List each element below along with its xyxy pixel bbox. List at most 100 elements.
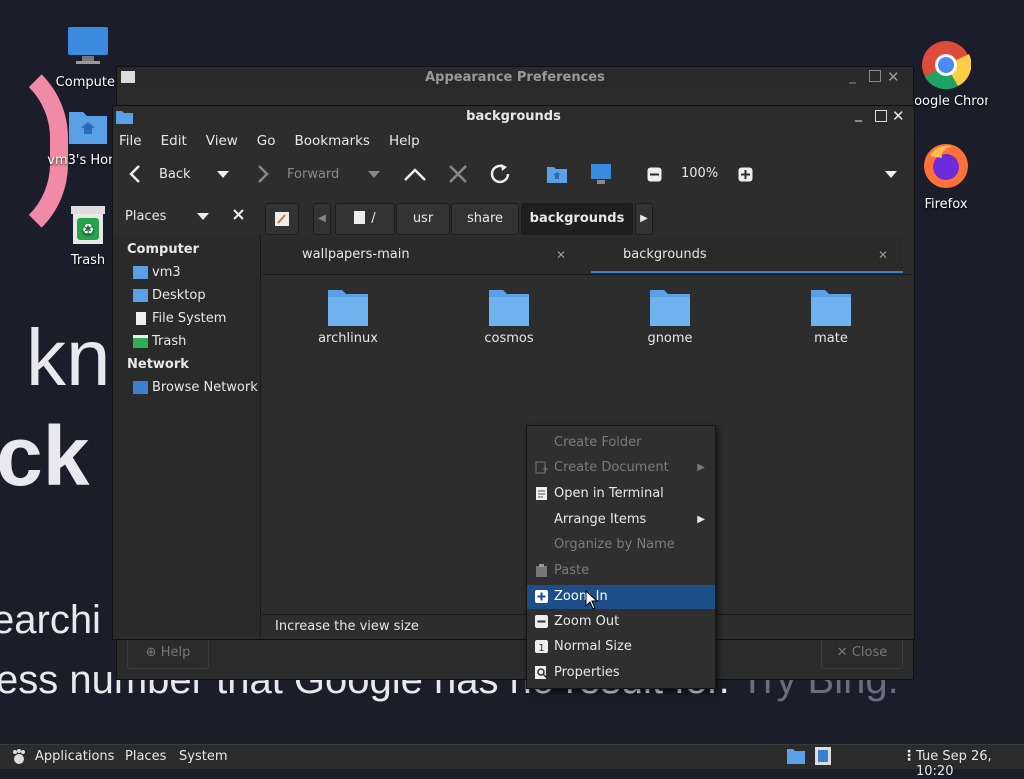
menu-item-label: Properties — [554, 665, 620, 680]
sidebar-header-network: Network — [127, 357, 189, 372]
menu-help[interactable]: Help — [389, 133, 420, 149]
close-button[interactable]: ✕ Close — [821, 637, 903, 669]
desktop-icon-chrome[interactable]: Google Chrome — [904, 40, 988, 109]
places-label[interactable]: Places — [125, 209, 166, 224]
crumb-backgrounds[interactable]: backgrounds — [521, 203, 633, 235]
toolbar-overflow-chevron-icon[interactable] — [885, 171, 897, 179]
folder-item[interactable]: cosmos — [459, 287, 559, 346]
menu-item-open-terminal[interactable]: Open in Terminal — [527, 482, 715, 506]
minimize-icon[interactable]: _ — [855, 106, 862, 122]
sidebar-item-browse-network[interactable]: Browse Network — [113, 376, 260, 399]
sidebar-item-filesystem[interactable]: File System — [113, 307, 260, 330]
back-history-chevron-icon[interactable] — [217, 171, 229, 179]
close-icon[interactable]: ✕ — [892, 107, 905, 125]
taskbar-applications-menu[interactable]: Applications — [35, 749, 114, 764]
close-sidebar-icon[interactable] — [233, 209, 244, 220]
menu-item-zoom-out[interactable]: Zoom Out — [527, 610, 715, 634]
sidebar-item-trash[interactable]: Trash — [113, 330, 260, 353]
chevron-right-icon: ▶ — [640, 213, 648, 224]
maximize-icon[interactable] — [869, 70, 881, 82]
forward-arrow-icon — [258, 165, 269, 183]
wallpaper-text-2: ck — [0, 409, 90, 503]
folder-window-icon[interactable] — [787, 748, 805, 764]
minimize-icon[interactable]: _ — [849, 68, 856, 84]
svg-text:1: 1 — [538, 643, 544, 653]
sidebar-item-label: File System — [152, 311, 227, 326]
menu-item-label: Normal Size — [554, 639, 632, 654]
menu-item-zoom-in[interactable]: Zoom In — [527, 585, 715, 609]
back-arrow-icon — [129, 165, 140, 183]
overflow-menu-icon[interactable]: ⋮ — [902, 748, 916, 764]
help-button[interactable]: ⊕ Help — [127, 637, 209, 669]
folder-label: gnome — [647, 331, 693, 346]
tab-label: backgrounds — [623, 247, 707, 262]
computer-icon[interactable] — [589, 163, 613, 185]
tab-bar: wallpapers-main ✕ backgrounds ✕ — [262, 237, 903, 273]
maximize-icon[interactable] — [875, 110, 887, 122]
stop-icon[interactable] — [448, 164, 468, 184]
menu-go[interactable]: Go — [257, 133, 276, 149]
location-bar: Places ◀ / usr share backgrounds ▶ — [113, 195, 914, 235]
tab-close-icon[interactable]: ✕ — [556, 237, 566, 273]
tab-wallpapers-main[interactable]: wallpapers-main ✕ — [262, 237, 590, 273]
crumb-share[interactable]: share — [451, 203, 519, 235]
menu-item-create-folder[interactable]: Create Folder — [527, 431, 715, 455]
sidebar-item-label: Trash — [152, 334, 187, 349]
taskbar-places-menu[interactable]: Places — [125, 749, 166, 764]
close-icon[interactable]: ✕ — [887, 68, 900, 86]
submenu-arrow-icon: ▶ — [697, 514, 705, 525]
crumb-scroll-left-button[interactable]: ◀ — [313, 203, 331, 235]
folder-item[interactable]: mate — [781, 287, 881, 346]
menu-bookmarks[interactable]: Bookmarks — [295, 133, 370, 149]
home-folder-icon — [133, 266, 148, 279]
computer-icon — [68, 27, 108, 64]
menu-item-normal-size[interactable]: 1 Normal Size — [527, 635, 715, 659]
edit-location-icon — [275, 212, 289, 226]
desktop-folder-icon — [133, 289, 148, 302]
tab-close-icon[interactable]: ✕ — [878, 237, 888, 273]
home-folder-icon[interactable] — [547, 165, 567, 183]
zoom-out-icon[interactable] — [647, 167, 662, 182]
menu-item-create-document[interactable]: Create Document ▶ — [527, 456, 715, 480]
menu-item-label: Zoom In — [554, 589, 608, 604]
clock[interactable]: Tue Sep 26, 10:20 — [916, 749, 1024, 779]
menu-item-label: Organize by Name — [554, 537, 675, 552]
folder-icon — [650, 290, 690, 326]
folder-item[interactable]: gnome — [620, 287, 720, 346]
reload-icon[interactable] — [488, 162, 512, 186]
menu-file[interactable]: File — [119, 133, 142, 149]
crumb-usr[interactable]: usr — [396, 203, 450, 235]
menu-bar: File Edit View Go Bookmarks Help — [113, 129, 914, 153]
paste-icon — [536, 564, 547, 577]
menu-item-organize-by-name[interactable]: Organize by Name — [527, 533, 715, 557]
menu-item-paste[interactable]: Paste — [527, 559, 715, 583]
toggle-location-entry-button[interactable] — [265, 203, 299, 235]
trash-icon — [133, 335, 148, 348]
places-chevron-icon[interactable] — [197, 213, 209, 221]
taskbar-system-menu[interactable]: System — [179, 749, 227, 764]
crumb-root[interactable]: / — [335, 203, 395, 235]
desktop-icon-firefox[interactable]: Firefox — [904, 142, 988, 212]
menu-item-label: Create Document — [554, 460, 669, 475]
tab-backgrounds[interactable]: backgrounds ✕ — [591, 237, 903, 273]
back-button[interactable]: Back — [127, 153, 191, 195]
sidebar-header-computer: Computer — [127, 242, 200, 257]
menu-item-arrange-items[interactable]: Arrange Items ▶ — [527, 508, 715, 532]
menu-edit[interactable]: Edit — [161, 133, 187, 149]
forward-button[interactable]: Forward — [255, 153, 339, 195]
up-arrow-icon[interactable] — [403, 166, 427, 182]
forward-history-chevron-icon[interactable] — [368, 171, 380, 179]
folder-item[interactable]: archlinux — [298, 287, 398, 346]
menu-item-properties[interactable]: Properties — [527, 661, 715, 685]
crumb-scroll-right-button[interactable]: ▶ — [635, 203, 653, 235]
sidebar-item-vm3[interactable]: vm3 — [113, 261, 260, 284]
menu-view[interactable]: View — [206, 133, 238, 149]
prefs-window-icon[interactable] — [815, 747, 831, 765]
file-manager-window: backgrounds _ ✕ File Edit View Go Bookma… — [112, 105, 915, 640]
help-icon: ⊕ — [145, 645, 157, 660]
zoom-out-icon — [535, 615, 548, 628]
window-title: backgrounds — [466, 109, 561, 124]
zoom-in-icon[interactable] — [738, 167, 753, 182]
sidebar-item-desktop[interactable]: Desktop — [113, 284, 260, 307]
folder-icon — [811, 290, 851, 326]
